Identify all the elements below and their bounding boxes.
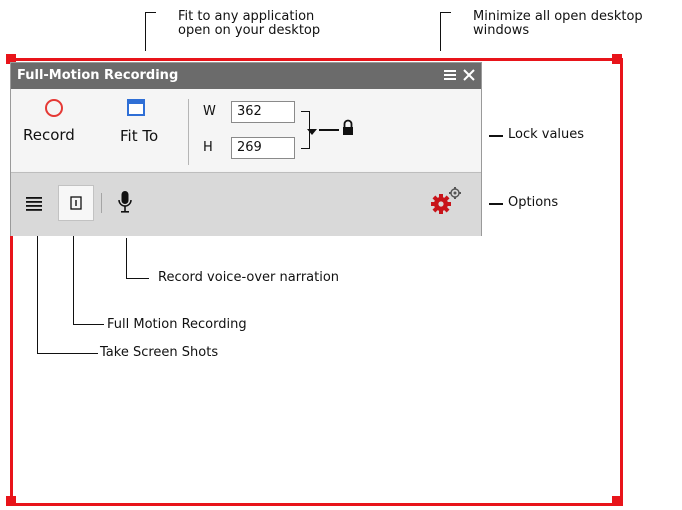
panel-title: Full-Motion Recording — [17, 68, 179, 83]
frame-handle-bottom-left[interactable] — [6, 496, 16, 506]
minimize-callout: Minimize all open desktop windows — [473, 10, 643, 38]
fit-to-callout-line1: Fit to any application — [178, 9, 315, 24]
screen-shots-callout: Take Screen Shots — [100, 345, 219, 360]
fit-to-label: Fit To — [120, 127, 159, 145]
lock-values-callout-dash — [489, 135, 503, 137]
lock-connector — [319, 129, 339, 131]
record-icon — [45, 99, 63, 117]
controls-divider — [188, 99, 189, 165]
toolbar-divider — [101, 193, 102, 213]
full-motion-recording-button[interactable] — [58, 185, 94, 221]
take-screen-shots-button[interactable] — [25, 194, 43, 212]
options-button[interactable] — [429, 186, 463, 216]
recording-toolbar — [11, 172, 481, 236]
width-label: W — [203, 104, 216, 119]
width-input[interactable]: 362 — [231, 101, 295, 123]
lock-values-callout: Lock values — [508, 127, 585, 142]
options-callout: Options — [508, 195, 559, 210]
hamburger-icon[interactable] — [443, 67, 457, 86]
fit-to-icon — [127, 99, 145, 116]
voice-over-leader — [126, 238, 149, 279]
voice-over-callout: Record voice-over narration — [158, 270, 340, 285]
fit-to-callout-bracket — [145, 12, 156, 51]
microphone-icon — [118, 191, 132, 213]
recording-panel: Full-Motion Recording Record Fit To W 36… — [10, 62, 482, 236]
close-icon[interactable] — [462, 67, 476, 86]
lock-icon — [343, 119, 353, 135]
recording-controls-row: Record Fit To W 362 H 269 — [11, 89, 481, 171]
size-dropdown-button[interactable] — [305, 123, 319, 135]
frame-handle-top-right[interactable] — [612, 54, 622, 64]
fit-to-button[interactable]: Fit To — [107, 95, 177, 165]
list-icon — [26, 197, 42, 211]
chevron-down-icon — [307, 129, 317, 135]
options-callout-dash — [489, 203, 503, 205]
record-label: Record — [23, 126, 75, 144]
fit-to-callout-line2: open on your desktop — [178, 23, 321, 38]
options-gear-icon — [431, 187, 461, 214]
lock-button[interactable] — [341, 119, 355, 137]
voice-over-button[interactable] — [117, 189, 133, 215]
minimize-callout-line1: Minimize all open desktop — [473, 9, 643, 24]
fit-to-callout: Fit to any application open on your desk… — [178, 10, 320, 38]
height-label: H — [203, 140, 213, 155]
height-input[interactable]: 269 — [231, 137, 295, 159]
panel-title-bar[interactable]: Full-Motion Recording — [11, 63, 481, 89]
minimize-callout-bracket — [440, 12, 451, 51]
minimize-callout-line2: windows — [473, 23, 530, 38]
full-motion-icon — [70, 196, 82, 210]
screen-shots-leader — [37, 236, 98, 354]
full-motion-callout: Full Motion Recording — [107, 317, 247, 332]
frame-handle-bottom-right[interactable] — [612, 496, 622, 506]
record-button[interactable]: Record — [23, 95, 85, 165]
